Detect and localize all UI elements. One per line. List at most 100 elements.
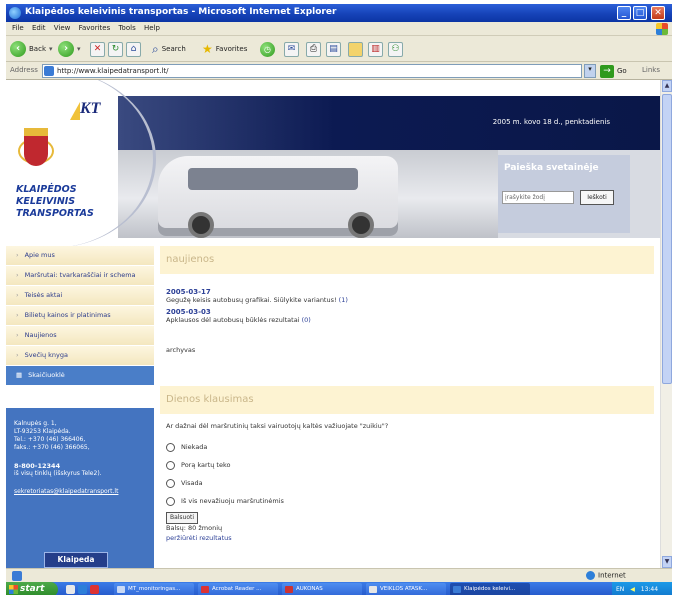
menu-file[interactable]: File	[12, 24, 24, 32]
nav-item-routes[interactable]: › Maršrutai: tvarkaraščiai ir schema	[6, 266, 154, 286]
start-button[interactable]: start	[6, 582, 58, 595]
poll-option[interactable]: Iš vis nevažiuoju maršrutinėmis	[166, 492, 646, 510]
current-date: 2005 m. kovo 18 d., penktadienis	[492, 118, 610, 126]
nav-item-label: Maršrutai: tvarkaraščiai ir schema	[24, 271, 136, 279]
go-button[interactable]: → Go	[600, 64, 627, 78]
scroll-up-icon[interactable]: ▲	[662, 80, 672, 92]
menu-help[interactable]: Help	[144, 24, 160, 32]
taskbar: start MT_monitoringas... Acrobat Reader …	[6, 582, 672, 595]
comments-count-link[interactable]: (0)	[302, 316, 311, 324]
nav-item-calculator[interactable]: ▦ Skaičiuoklė	[6, 366, 154, 386]
logo-text: KT	[80, 100, 101, 117]
taskbar-item[interactable]: VEIKLOS ATASK...	[366, 583, 446, 595]
address-dropdown-icon[interactable]: ▾	[584, 64, 596, 78]
site-search-button[interactable]: Ieškoti	[580, 190, 614, 205]
address-label: Address	[10, 66, 38, 74]
quicklaunch-ie-icon[interactable]	[78, 585, 87, 594]
poll-option[interactable]: Visada	[166, 474, 646, 492]
nav-item-guestbook[interactable]: › Svečių knyga	[6, 346, 154, 366]
quicklaunch-app-icon[interactable]	[90, 585, 99, 594]
language-indicator[interactable]: EN	[616, 586, 624, 593]
title-bar: Klaipėdos keleivinis transportas - Micro…	[6, 4, 672, 22]
poll-option-label: Iš vis nevažiuoju maršrutinėmis	[181, 497, 284, 505]
address-line: Tel.: +370 (46) 366406,	[14, 436, 86, 443]
history-button[interactable]: ◷	[260, 40, 275, 58]
address-input[interactable]: http://www.klaipedatransport.lt/	[42, 64, 582, 78]
nav-item-legal[interactable]: › Teisės aktai	[6, 286, 154, 306]
nav-item-tickets[interactable]: › Bilietų kainos ir platinimas	[6, 306, 154, 326]
nav-item-label: Skaičiuoklė	[28, 371, 65, 379]
taskbar-item-active[interactable]: Klaipėdos keleivi...	[450, 583, 530, 595]
menu-edit[interactable]: Edit	[32, 24, 46, 32]
stop-button[interactable]: ✕	[90, 40, 105, 58]
research-button[interactable]: ▥	[368, 40, 383, 58]
site-name-line: TRANSPORTAS	[16, 208, 94, 219]
nav-item-news[interactable]: › Naujienos	[6, 326, 154, 346]
messenger-button[interactable]: ⚇	[388, 40, 403, 58]
radio-button[interactable]	[166, 442, 175, 452]
favorites-button[interactable]: ★ Favorites	[202, 40, 247, 58]
address-line: LT-93253 Klaipėda.	[14, 428, 71, 435]
taskbar-item[interactable]: MT_monitoringas...	[114, 583, 194, 595]
news-item[interactable]: Gegužę keisis autobusų grafikai. Siūlyki…	[166, 296, 648, 304]
radio-button[interactable]	[166, 460, 175, 470]
bus-wheel	[348, 212, 374, 238]
site-name-line: KLAIPĖDOS	[16, 184, 77, 195]
address-line: faks.: +370 (46) 366065,	[14, 444, 90, 451]
nav-item-label: Svečių knyga	[24, 351, 68, 359]
mail-button[interactable]: ✉	[284, 40, 299, 58]
hotline-note: iš visų tinklų (išskyrus Tele2).	[14, 470, 102, 477]
folder-button[interactable]	[348, 40, 363, 58]
search-title: Paieška svetainėje	[504, 163, 599, 173]
links-label[interactable]: Links	[642, 66, 660, 74]
forward-button[interactable]: › ▾	[58, 40, 81, 58]
minimize-button[interactable]: _	[617, 6, 631, 20]
votes-count: Balsų: 80 žmonių	[166, 524, 223, 532]
back-button[interactable]: ‹ Back ▾	[10, 40, 53, 58]
vote-button[interactable]: Balsuoti	[166, 512, 198, 524]
header-banner: 2005 m. kovo 18 d., penktadienis	[118, 96, 660, 150]
edit-button[interactable]: ▤	[326, 40, 341, 58]
vertical-scrollbar[interactable]: ▲ ▼	[660, 80, 672, 568]
task-label: Acrobat Reader ...	[212, 586, 262, 592]
news-item[interactable]: Apklausos dėl autobusų būklės rezultatai…	[166, 316, 648, 324]
poll-option[interactable]: Niekada	[166, 438, 646, 456]
print-button[interactable]: ⎙	[306, 40, 321, 58]
menu-tools[interactable]: Tools	[118, 24, 135, 32]
view-results-link[interactable]: peržiūrėti rezultatus	[166, 534, 646, 542]
taskbar-item[interactable]: Acrobat Reader ...	[198, 583, 278, 595]
poll-option[interactable]: Porą kartų teko	[166, 456, 646, 474]
scroll-thumb[interactable]	[662, 94, 672, 384]
home-button[interactable]: ⌂	[126, 40, 141, 58]
maximize-button[interactable]: □	[633, 6, 647, 20]
site-search-box: Paieška svetainėje Ieškoti	[498, 155, 630, 233]
close-button[interactable]: ✕	[651, 6, 665, 20]
email-link[interactable]: sekretoriatas@klaipedatransport.lt	[14, 488, 146, 496]
refresh-button[interactable]: ↻	[108, 40, 123, 58]
scroll-down-icon[interactable]: ▼	[662, 556, 672, 568]
forward-arrow-icon: ›	[58, 41, 74, 57]
address-line: Kalnupės g. 1,	[14, 420, 57, 427]
radio-button[interactable]	[166, 496, 175, 506]
comments-count-link[interactable]: (1)	[339, 296, 348, 304]
site-search-input[interactable]	[502, 191, 574, 204]
menu-favorites[interactable]: Favorites	[79, 24, 111, 32]
news-heading: naujienos	[160, 246, 654, 274]
radio-button[interactable]	[166, 478, 175, 488]
forward-dropdown-icon[interactable]: ▾	[77, 45, 81, 53]
klaipeda-banner-button[interactable]: Klaipeda	[44, 552, 108, 568]
site-name: KLAIPĖDOS KELEIVINIS TRANSPORTAS	[16, 184, 94, 220]
archive-link[interactable]: archyvas	[166, 346, 654, 354]
poll-option-label: Visada	[181, 479, 203, 487]
back-dropdown-icon[interactable]: ▾	[49, 45, 53, 53]
zone-label: Internet	[598, 571, 626, 580]
go-label: Go	[617, 67, 627, 75]
kt-logo[interactable]: KT	[70, 100, 108, 122]
search-button[interactable]: ⌕ Search	[152, 40, 186, 58]
taskbar-item[interactable]: AUKONAS	[282, 583, 362, 595]
quicklaunch-desktop-icon[interactable]	[66, 585, 75, 594]
volume-icon[interactable]: ◀	[630, 586, 635, 593]
nav-item-about[interactable]: › Apie mus	[6, 246, 154, 266]
menu-view[interactable]: View	[54, 24, 71, 32]
security-zone: Internet	[586, 571, 626, 580]
